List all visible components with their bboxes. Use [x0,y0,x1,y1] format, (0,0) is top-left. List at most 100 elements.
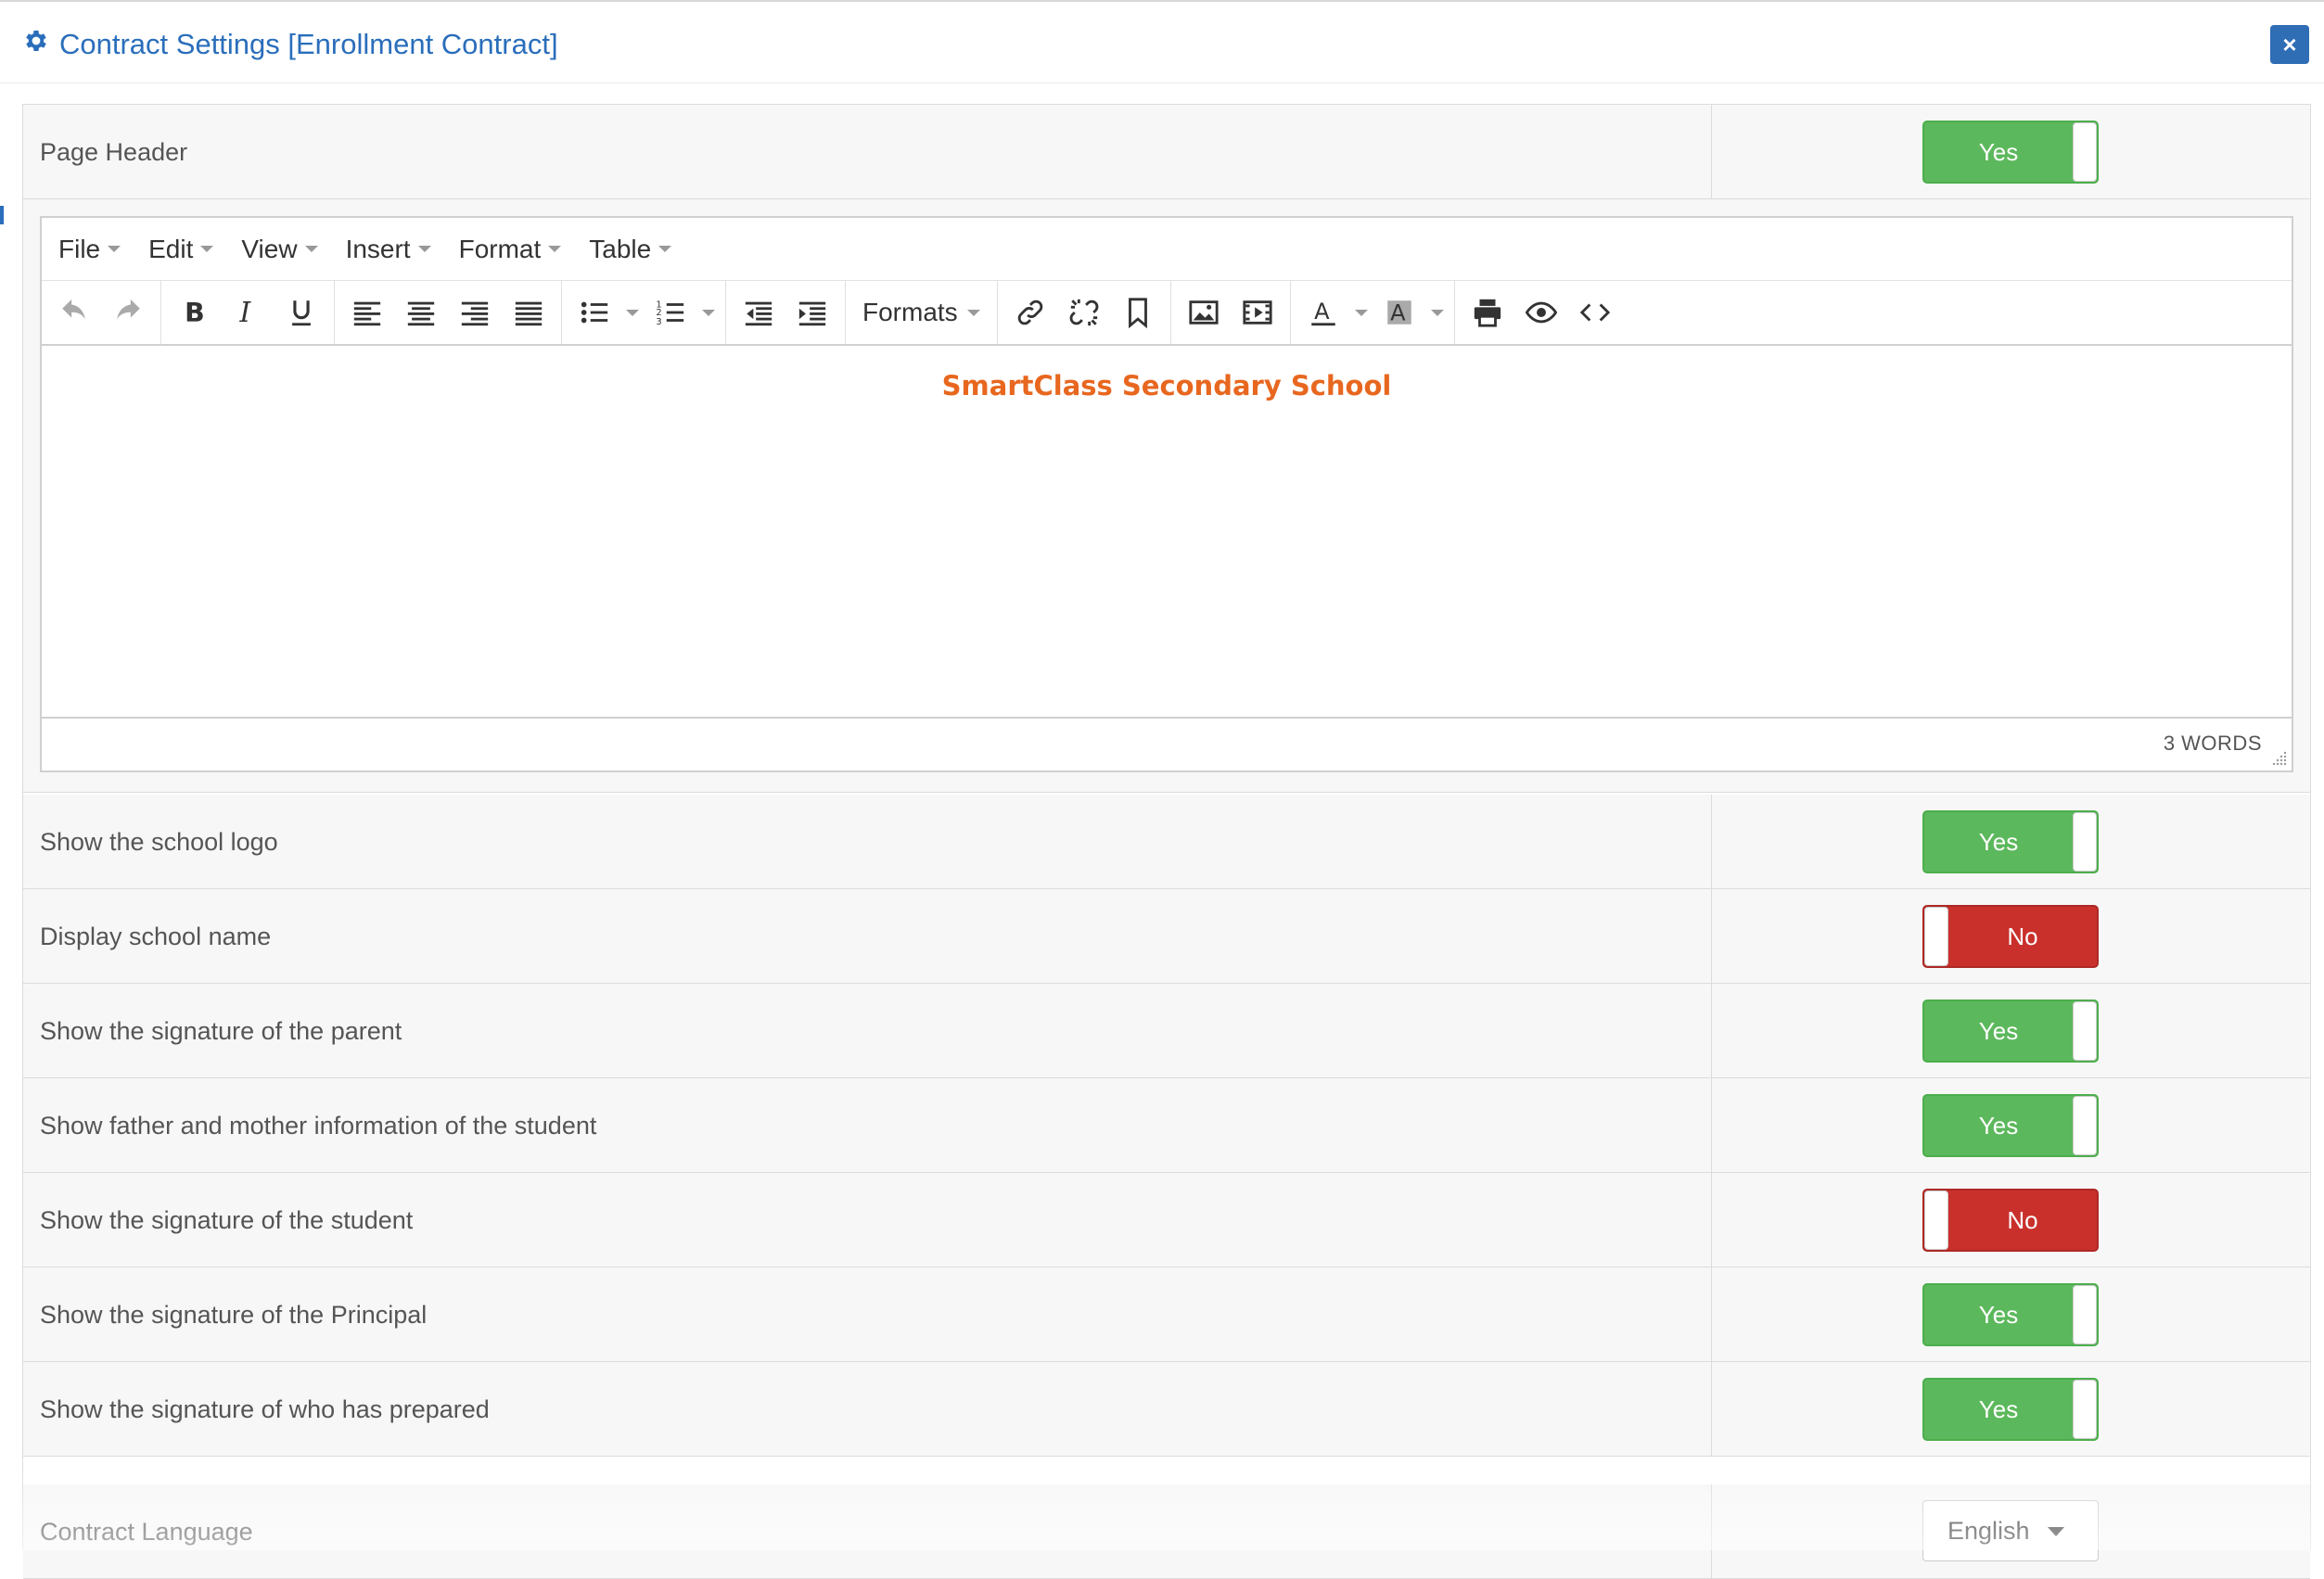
close-button[interactable]: × [2270,25,2309,64]
bullet-list-caret[interactable] [621,287,644,338]
setting-row: Show the signature of who has prepared Ye… [23,1362,2310,1457]
contract-language-row: Contract Language English [23,1484,2310,1579]
link-icon[interactable] [1003,287,1057,338]
setting-row: Show father and mother information of th… [23,1078,2310,1173]
media-icon[interactable] [1231,287,1284,338]
caret-down-icon [200,246,214,252]
menu-format[interactable]: Format [459,235,562,264]
link-group [998,280,1171,345]
menu-view[interactable]: View [241,235,318,264]
media-group [1171,280,1291,345]
toggle-knob [2073,812,2097,872]
redo-icon[interactable] [101,287,155,338]
unlink-icon[interactable] [1057,287,1111,338]
contract-language-select[interactable]: English [1922,1500,2099,1561]
editor-row: File Edit View Insert Format Table B I 1… [23,199,2310,793]
setting-toggle[interactable]: Yes [1922,1283,2099,1346]
page-header-label: Page Header [40,137,188,166]
formats-group: Formats [846,280,998,345]
list-group: 123 [562,280,726,345]
menu-table[interactable]: Table [589,235,672,264]
background-color-caret[interactable] [1426,287,1449,338]
toggle-label: Yes [1978,137,2019,166]
align-left-icon[interactable] [340,287,394,338]
menu-insert[interactable]: Insert [346,235,431,264]
caret-down-icon [108,246,121,252]
toggle-label: No [2007,1205,2038,1234]
setting-toggle[interactable]: No [1922,905,2099,968]
text-color-caret[interactable] [1350,287,1373,338]
menu-file[interactable]: File [58,235,121,264]
setting-row: Show the school logo Yes [23,795,2310,889]
setting-label: Show the signature of the student [40,1205,414,1234]
caret-down-icon [658,246,672,252]
editor-statusbar: 3 WORDS [42,717,2292,770]
outdent-icon[interactable] [732,287,785,338]
misc-group [1455,280,1628,345]
setting-label: Display school name [40,922,272,950]
modal-title: Contract Settings [Enrollment Contract] [22,24,558,65]
align-right-icon[interactable] [448,287,502,338]
editor-menubar: File Edit View Insert Format Table [42,218,2292,281]
bullet-list-icon[interactable] [568,287,621,338]
setting-label: Show the signature of the parent [40,1016,402,1045]
background-color-icon[interactable]: A [1373,287,1426,338]
formats-dropdown[interactable]: Formats [851,298,991,327]
toggle-label: Yes [1978,827,2019,856]
setting-toggle[interactable]: Yes [1922,1000,2099,1063]
setting-label: Show father and mother information of th… [40,1111,597,1140]
text-style-group: B I [161,280,335,345]
toggle-knob [1924,907,1948,966]
editor-toolbar: B I 123 Formats A A [42,280,2292,346]
word-count: 3 WORDS [2163,732,2262,755]
resize-handle-icon[interactable] [2271,750,2288,767]
align-justify-icon[interactable] [502,287,555,338]
setting-toggle[interactable]: Yes [1922,1094,2099,1157]
align-center-icon[interactable] [394,287,448,338]
setting-toggle[interactable]: No [1922,1189,2099,1252]
caret-down-icon [304,246,318,252]
svg-text:A: A [1390,300,1406,326]
history-group [42,280,161,345]
setting-toggle[interactable]: Yes [1922,810,2099,873]
toggle-label: Yes [1978,1394,2019,1423]
setting-label: Show the school logo [40,827,278,856]
toggle-label: Yes [1978,1016,2019,1045]
preview-eye-icon[interactable] [1514,287,1568,338]
indent-group [726,280,846,345]
contract-settings-modal: Contract Settings [Enrollment Contract] … [0,0,2324,1579]
source-code-icon[interactable] [1568,287,1622,338]
modal-title-text: Contract Settings [Enrollment Contract] [59,28,558,60]
contract-language-label: Contract Language [40,1517,253,1546]
toggle-knob [2073,122,2097,182]
caret-down-icon [2048,1527,2064,1536]
page-header-toggle[interactable]: Yes [1922,121,2099,184]
print-icon[interactable] [1461,287,1514,338]
toggle-knob [1924,1191,1948,1250]
caret-down-icon [966,309,980,316]
toggle-label: Yes [1978,1300,2019,1329]
svg-text:A: A [1314,299,1330,325]
editor-content-area[interactable]: SmartClass Secondary School [42,346,2292,717]
numbered-list-icon[interactable]: 123 [644,287,697,338]
gear-icon [22,27,50,62]
bookmark-icon[interactable] [1111,287,1165,338]
italic-icon[interactable]: I [221,287,275,338]
image-icon[interactable] [1177,287,1231,338]
setting-toggle[interactable]: Yes [1922,1378,2099,1441]
indent-icon[interactable] [785,287,839,338]
setting-row: Show the signature of the Principal Yes [23,1267,2310,1362]
selected-language: English [1947,1516,2030,1545]
svg-text:I: I [239,297,252,328]
undo-icon[interactable] [47,287,101,338]
page-header-row: Page Header Yes [23,105,2310,199]
setting-label: Show the signature of who has prepared [40,1394,490,1423]
underline-icon[interactable] [275,287,328,338]
settings-table: Page Header Yes File Edit View Insert Fo… [22,104,2311,1579]
editor-content-text: SmartClass Secondary School [941,370,1392,401]
text-color-icon[interactable]: A [1296,287,1350,338]
menu-edit[interactable]: Edit [148,235,214,264]
numbered-list-caret[interactable] [697,287,720,338]
toggle-knob [2073,1380,2097,1439]
bold-icon[interactable]: B [167,287,221,338]
